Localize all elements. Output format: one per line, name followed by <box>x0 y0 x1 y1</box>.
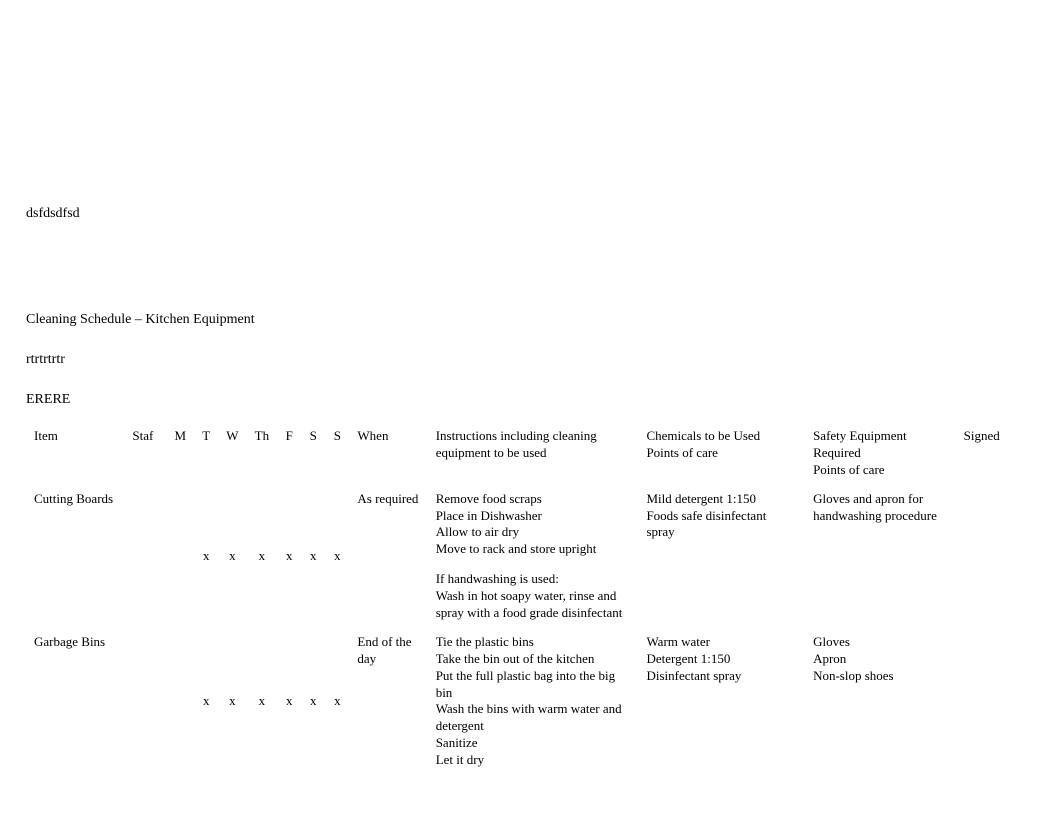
cell-safety: Gloves Apron Non-slop shoes <box>805 628 956 775</box>
chem-line: Foods safe disinfectant spray <box>646 508 797 542</box>
cell-thu: x <box>247 628 278 775</box>
instr-line: Allow to air dry <box>436 524 631 541</box>
table-row: Cutting Boards x x x x x x As required R… <box>26 485 1036 628</box>
cell-thu: x <box>247 485 278 628</box>
col-sun: S <box>325 422 349 485</box>
schedule-table: Item Staf M T W Th F S S When Instructio… <box>26 422 1036 775</box>
col-chem-line2: Points of care <box>646 445 797 462</box>
col-safety: Safety Equipment Required Points of care <box>805 422 956 485</box>
safe-line: Gloves <box>813 634 948 651</box>
col-sat: S <box>301 422 325 485</box>
instr-line: detergent <box>436 718 631 735</box>
cell-wed: x <box>218 628 246 775</box>
instr-line: Tie the plastic bins <box>436 634 631 651</box>
stray-text-2: rtrtrtrtr <box>26 352 1036 368</box>
instr-line: Wash the bins with warm water and <box>436 701 631 718</box>
cell-instructions: Tie the plastic bins Take the bin out of… <box>428 628 639 775</box>
chem-line: Mild detergent 1:150 <box>646 491 797 508</box>
stray-text-3: ERERE <box>26 392 1036 408</box>
instr-line: Remove food scraps <box>436 491 631 508</box>
cell-tue: x <box>194 628 218 775</box>
cell-sat: x <box>301 485 325 628</box>
cell-fri: x <box>277 628 301 775</box>
safe-line: Gloves and apron for <box>813 491 948 508</box>
col-chem-line1: Chemicals to be Used <box>646 428 797 445</box>
chem-line: Disinfectant spray <box>646 668 797 685</box>
cell-chemicals: Mild detergent 1:150 Foods safe disinfec… <box>638 485 805 628</box>
cell-sun: x <box>325 485 349 628</box>
instr-line: Sanitize <box>436 735 631 752</box>
safe-line: Non-slop shoes <box>813 668 948 685</box>
col-instr-line2: equipment to be used <box>436 445 631 462</box>
col-chemicals: Chemicals to be Used Points of care <box>638 422 805 485</box>
cell-staf <box>124 485 166 628</box>
cell-staf <box>124 628 166 775</box>
cell-signed <box>956 485 1036 628</box>
cell-mon <box>167 485 195 628</box>
col-instructions: Instructions including cleaning equipmen… <box>428 422 639 485</box>
page-title: Cleaning Schedule – Kitchen Equipment <box>26 312 1036 328</box>
safe-line: Apron <box>813 651 948 668</box>
col-item: Item <box>26 422 124 485</box>
stray-text-1: dsfdsdfsd <box>26 206 1036 222</box>
safe-line: handwashing procedure <box>813 508 948 525</box>
instr-line: If handwashing is used: <box>436 571 631 588</box>
table-header-row: Item Staf M T W Th F S S When Instructio… <box>26 422 1036 485</box>
instr-line: Move to rack and store upright <box>436 541 631 558</box>
col-when: When <box>349 422 427 485</box>
instr-line: Wash in hot soapy water, rinse and <box>436 588 631 605</box>
instr-line: Take the bin out of the kitchen <box>436 651 631 668</box>
table-row: Garbage Bins x x x x x x End of the day … <box>26 628 1036 775</box>
cell-fri: x <box>277 485 301 628</box>
col-tue: T <box>194 422 218 485</box>
cell-when: End of the day <box>349 628 427 775</box>
col-mon: M <box>167 422 195 485</box>
col-thu: Th <box>247 422 278 485</box>
col-staf: Staf <box>124 422 166 485</box>
cell-tue: x <box>194 485 218 628</box>
col-fri: F <box>277 422 301 485</box>
col-safe-line2: Points of care <box>813 462 948 479</box>
cell-mon <box>167 628 195 775</box>
instr-line: Put the full plastic bag into the big bi… <box>436 668 631 702</box>
cell-signed <box>956 628 1036 775</box>
cell-chemicals: Warm water Detergent 1:150 Disinfectant … <box>638 628 805 775</box>
col-wed: W <box>218 422 246 485</box>
chem-line: Detergent 1:150 <box>646 651 797 668</box>
instr-line: Place in Dishwasher <box>436 508 631 525</box>
col-safe-line1: Safety Equipment Required <box>813 428 948 462</box>
cell-safety: Gloves and apron for handwashing procedu… <box>805 485 956 628</box>
cell-wed: x <box>218 485 246 628</box>
instr-blank <box>436 558 631 571</box>
cell-when: As required <box>349 485 427 628</box>
cell-item: Garbage Bins <box>26 628 124 775</box>
col-signed: Signed <box>956 422 1036 485</box>
chem-line: Warm water <box>646 634 797 651</box>
col-instr-line1: Instructions including cleaning <box>436 428 631 445</box>
instr-line: spray with a food grade disinfectant <box>436 605 631 622</box>
cell-sun: x <box>325 628 349 775</box>
instr-line: Let it dry <box>436 752 631 769</box>
cell-instructions: Remove food scraps Place in Dishwasher A… <box>428 485 639 628</box>
cell-sat: x <box>301 628 325 775</box>
cell-item: Cutting Boards <box>26 485 124 628</box>
